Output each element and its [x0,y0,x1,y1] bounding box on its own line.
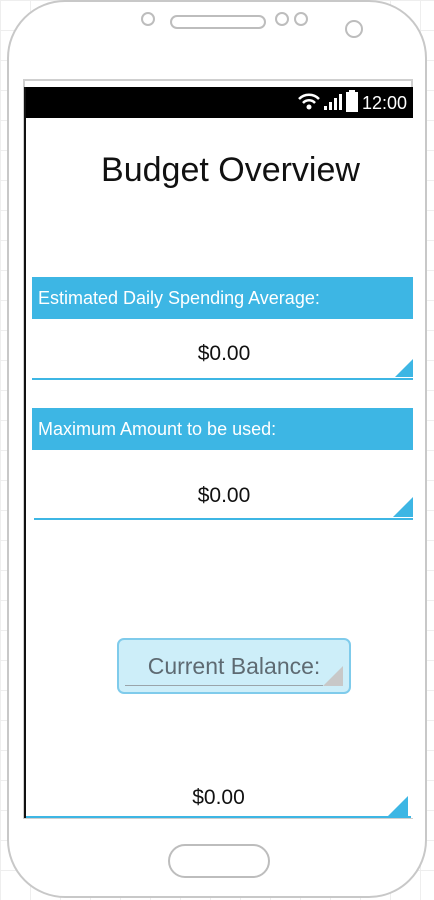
status-time: 12:00 [361,92,407,113]
field-resize-corner [395,357,413,377]
field-resize-corner [388,796,408,816]
daily-spending-field[interactable]: $0.00 [32,342,413,380]
current-balance-button[interactable]: Current Balance: [117,638,351,694]
daily-spending-value: $0.00 [197,342,251,365]
sensor-dot-right-2 [294,12,308,26]
current-balance-value: $0.00 [192,786,245,809]
status-icons: 12:00 [298,89,407,117]
home-button[interactable] [168,844,270,878]
front-camera [345,20,363,38]
wifi-icon [298,92,320,115]
signal-icon [323,92,342,115]
sensor-dot-left [141,12,155,26]
current-balance-field[interactable]: $0.00 [26,786,411,818]
max-amount-value: $0.00 [197,484,251,507]
button-resize-corner [323,666,343,686]
speaker-grille [170,15,266,29]
max-amount-header: Maximum Amount to be used: [32,408,413,450]
sensor-dot-right-1 [275,12,289,26]
status-bar: 12:00 [26,87,413,118]
field-resize-corner [393,497,413,517]
daily-spending-header: Estimated Daily Spending Average: [32,277,413,319]
max-amount-field[interactable]: $0.00 [34,484,413,520]
app-screen: 12:00 Budget Overview Estimated Daily Sp… [24,87,413,818]
current-balance-button-label: Current Balance: [147,653,321,679]
button-underline [125,685,323,686]
battery-icon [345,89,358,117]
page-title: Budget Overview [101,151,360,189]
